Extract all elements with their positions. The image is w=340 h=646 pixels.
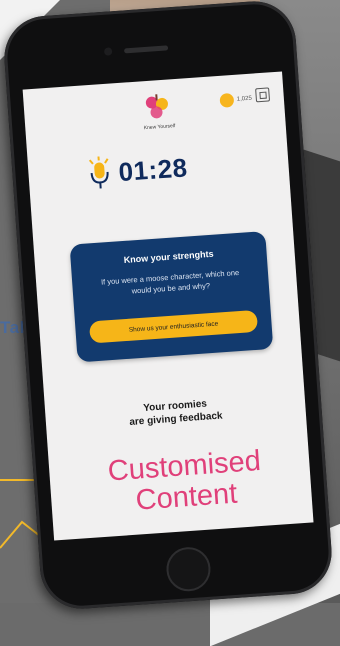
coins-balance[interactable]: 1,025	[219, 92, 252, 108]
home-button[interactable]	[165, 546, 212, 593]
speaker-grille	[124, 45, 168, 53]
card-question: If you were a moose character, which one…	[90, 266, 251, 299]
timer-value: 01:28	[118, 152, 189, 188]
coins-label: 1,025	[237, 96, 252, 103]
logo-caption: Knew Yourself	[131, 122, 187, 132]
card-title: Know your strenghts	[71, 245, 267, 269]
show-face-button[interactable]: Show us your enthusiastic face	[89, 310, 258, 344]
microphone-icon	[87, 156, 111, 191]
overlay-caption: Customised Content	[69, 443, 303, 521]
feedback-status: Your roomies are giving feedback	[85, 393, 266, 431]
phone-mockup: Knew Yourself 1,025 01:28 Know your stre…	[2, 0, 335, 611]
question-card: Know your strenghts If you were a moose …	[70, 231, 274, 362]
app-screen: Knew Yourself 1,025 01:28 Know your stre…	[23, 71, 314, 540]
camera-icon	[104, 47, 113, 56]
timer: 01:28	[87, 150, 188, 191]
coin-icon	[219, 93, 234, 108]
menu-icon[interactable]	[255, 87, 270, 102]
app-logo-icon	[141, 91, 173, 125]
